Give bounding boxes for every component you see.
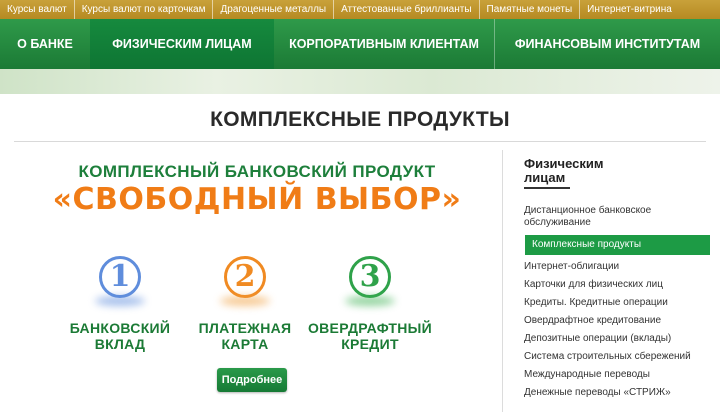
sidebar-item-deposits[interactable]: Депозитные операции (вклады)	[524, 333, 710, 345]
nav-item-individuals[interactable]: Физическим лицам	[90, 19, 274, 76]
step-label-line2: карта	[221, 336, 269, 352]
page: Курсы валют Курсы валют по карточкам Дра…	[0, 0, 720, 412]
topbar-link-card-rates[interactable]: Курсы валют по карточкам	[75, 0, 214, 19]
step-card: 2 Платежная карта	[175, 256, 315, 352]
sidebar-menu: Дистанционное банковское обслуживание Ко…	[524, 205, 710, 405]
nav-item-financial-institutions[interactable]: Финансовым институтам	[494, 19, 720, 69]
step-label-line1: Банковский	[69, 320, 171, 336]
sidebar-item-international-transfers[interactable]: Международные переводы	[524, 369, 710, 381]
sidebar-item-overdraft[interactable]: Овердрафтное кредитование	[524, 315, 710, 327]
step-label-line2: вклад	[94, 336, 146, 352]
sidebar-item-complex-products[interactable]: Комплексные продукты	[525, 235, 710, 255]
step-deposit: 1 Банковский вклад	[50, 256, 190, 352]
topbar-link-coins[interactable]: Памятные монеты	[480, 0, 581, 19]
step-shadow	[345, 296, 395, 306]
topbar-link-currency-rates[interactable]: Курсы валют	[0, 0, 75, 19]
step-overdraft: 3 Овердрафтный кредит	[300, 256, 440, 352]
step-label-line1: Овердрафтный	[307, 320, 433, 336]
page-title: КОМПЛЕКСНЫЕ ПРОДУКТЫ	[210, 108, 510, 131]
sidebar-item-building-savings[interactable]: Система строительных сбережений	[524, 351, 710, 363]
promo-title: «СВОБОДНЫЙ ВЫБОР»	[52, 182, 462, 217]
step-label: Овердрафтный кредит	[300, 320, 440, 352]
topbar-link-internet-showcase[interactable]: Интернет-витрина	[580, 0, 679, 19]
step-number-1: 1	[99, 256, 141, 298]
sidebar-item-cards[interactable]: Карточки для физических лиц	[524, 279, 710, 291]
nav-item-corporate[interactable]: Корпоративным клиентам	[274, 19, 494, 69]
topbar-link-precious-metals[interactable]: Драгоценные металлы	[213, 0, 335, 19]
top-utility-bar: Курсы валют Курсы валют по карточкам Дра…	[0, 0, 720, 19]
sidebar-item-remote-banking[interactable]: Дистанционное банковское обслуживание	[524, 205, 710, 229]
main-nav: О банке Физическим лицам Корпоративным к…	[0, 19, 720, 76]
sidebar-item-internet-bonds[interactable]: Интернет-облигации	[524, 261, 710, 273]
banner-strip	[0, 69, 720, 94]
topbar-link-diamonds[interactable]: Аттестованные бриллианты	[334, 0, 480, 19]
step-number-2: 2	[224, 256, 266, 298]
nav-item-about-bank[interactable]: О банке	[0, 19, 90, 69]
step-shadow	[220, 296, 270, 306]
more-details-button[interactable]: Подробнее	[217, 368, 287, 392]
step-number-3: 3	[349, 256, 391, 298]
title-divider	[14, 141, 706, 142]
sidebar-heading: Физическим лицам	[524, 156, 604, 185]
step-label: Банковский вклад	[50, 320, 190, 352]
promo-subtitle: КОМПЛЕКСНЫЙ БАНКОВСКИЙ ПРОДУКТ	[78, 162, 436, 181]
step-shadow	[95, 296, 145, 306]
step-label-line1: Платежная	[198, 320, 292, 336]
sidebar-item-strizh-transfers[interactable]: Денежные переводы «СТРИЖ»	[524, 387, 710, 399]
sidebar-item-credits[interactable]: Кредиты. Кредитные операции	[524, 297, 710, 309]
sidebar-divider	[502, 150, 503, 412]
step-label: Платежная карта	[175, 320, 315, 352]
step-label-line2: кредит	[341, 336, 399, 352]
sidebar-heading-underline	[524, 187, 570, 189]
